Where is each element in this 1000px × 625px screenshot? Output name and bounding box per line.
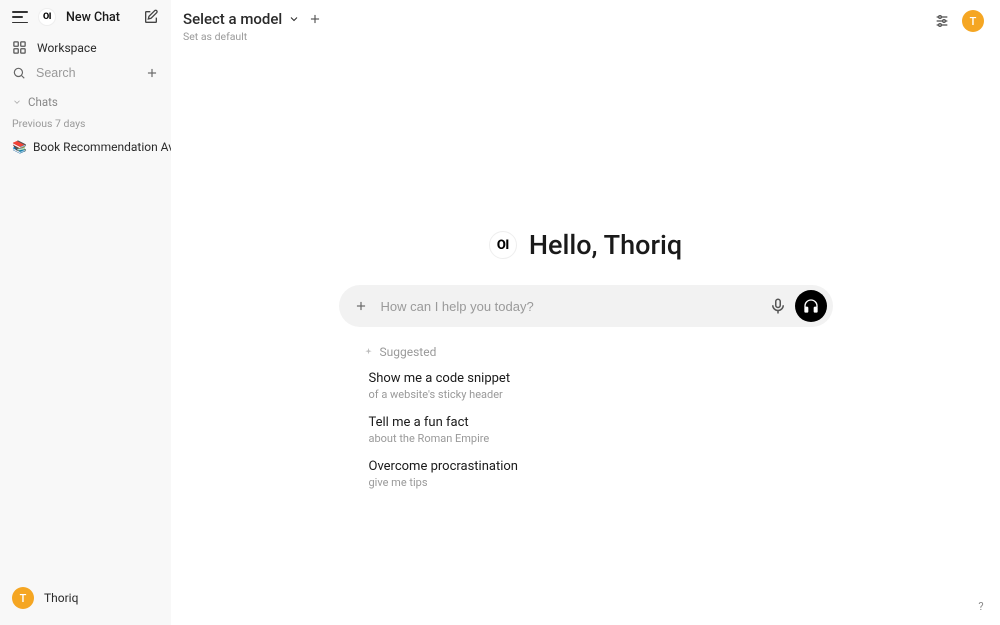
help-button[interactable]: ? [972, 597, 990, 615]
suggestion-title: Overcome procrastination [369, 459, 833, 474]
suggestion-item[interactable]: Show me a code snippet of a website's st… [363, 371, 833, 401]
sidebar: OI New Chat Workspace [0, 0, 171, 625]
user-avatar-top[interactable]: T [962, 10, 984, 32]
attach-button[interactable] [349, 294, 373, 318]
composer [339, 285, 833, 327]
user-name: Thoriq [44, 591, 78, 605]
model-select[interactable]: Select a model [183, 10, 300, 28]
suggestions: Suggested Show me a code snippet of a we… [339, 345, 833, 503]
workspace-label: Workspace [37, 41, 97, 55]
greeting-text: Hello, Thoriq [529, 229, 682, 261]
voice-button[interactable] [795, 290, 827, 322]
suggestion-item[interactable]: Overcome procrastination give me tips [363, 459, 833, 489]
sidebar-item-workspace[interactable]: Workspace [0, 34, 171, 61]
chats-label: Chats [28, 95, 58, 109]
model-select-label: Select a model [183, 10, 282, 28]
main-area: Select a model Set as default [171, 0, 1000, 625]
plus-icon [354, 299, 368, 313]
plus-icon[interactable] [145, 66, 159, 80]
microphone-icon[interactable] [769, 297, 787, 315]
chevron-down-icon [12, 97, 22, 107]
menu-icon[interactable] [12, 11, 28, 23]
compose-icon[interactable] [143, 9, 159, 25]
prompt-input[interactable] [381, 299, 761, 314]
user-avatar: T [12, 587, 34, 609]
settings-icon[interactable] [934, 13, 950, 29]
chats-section-label[interactable]: Chats [0, 85, 171, 113]
set-default-link[interactable]: Set as default [183, 30, 322, 43]
greeting: OI Hello, Thoriq [489, 229, 682, 261]
add-model-icon[interactable] [308, 12, 322, 26]
suggestion-sub: about the Roman Empire [369, 432, 833, 445]
new-chat-label[interactable]: New Chat [66, 10, 120, 25]
headphones-icon [803, 298, 819, 314]
chat-item[interactable]: 📚 Book Recommendation Available [0, 134, 171, 160]
app-logo-large: OI [489, 231, 517, 259]
suggestion-item[interactable]: Tell me a fun fact about the Roman Empir… [363, 415, 833, 445]
suggestion-title: Tell me a fun fact [369, 415, 833, 430]
app-logo: OI [38, 8, 56, 26]
chevron-down-icon [288, 13, 300, 25]
suggested-text: Suggested [380, 345, 437, 359]
topbar: Select a model Set as default [171, 0, 1000, 43]
search-icon [12, 66, 26, 80]
time-group-label: Previous 7 days [0, 113, 171, 134]
suggestion-sub: of a website's sticky header [369, 388, 833, 401]
suggested-label: Suggested [363, 345, 833, 359]
workspace-icon [12, 40, 27, 55]
chat-emoji: 📚 [12, 140, 27, 154]
suggestion-title: Show me a code snippet [369, 371, 833, 386]
suggestion-sub: give me tips [369, 476, 833, 489]
search-input[interactable] [36, 66, 135, 80]
sidebar-footer[interactable]: T Thoriq [0, 575, 171, 625]
sparkle-icon [363, 347, 374, 358]
search-row[interactable] [0, 61, 171, 85]
chat-title: Book Recommendation Available [33, 140, 171, 154]
